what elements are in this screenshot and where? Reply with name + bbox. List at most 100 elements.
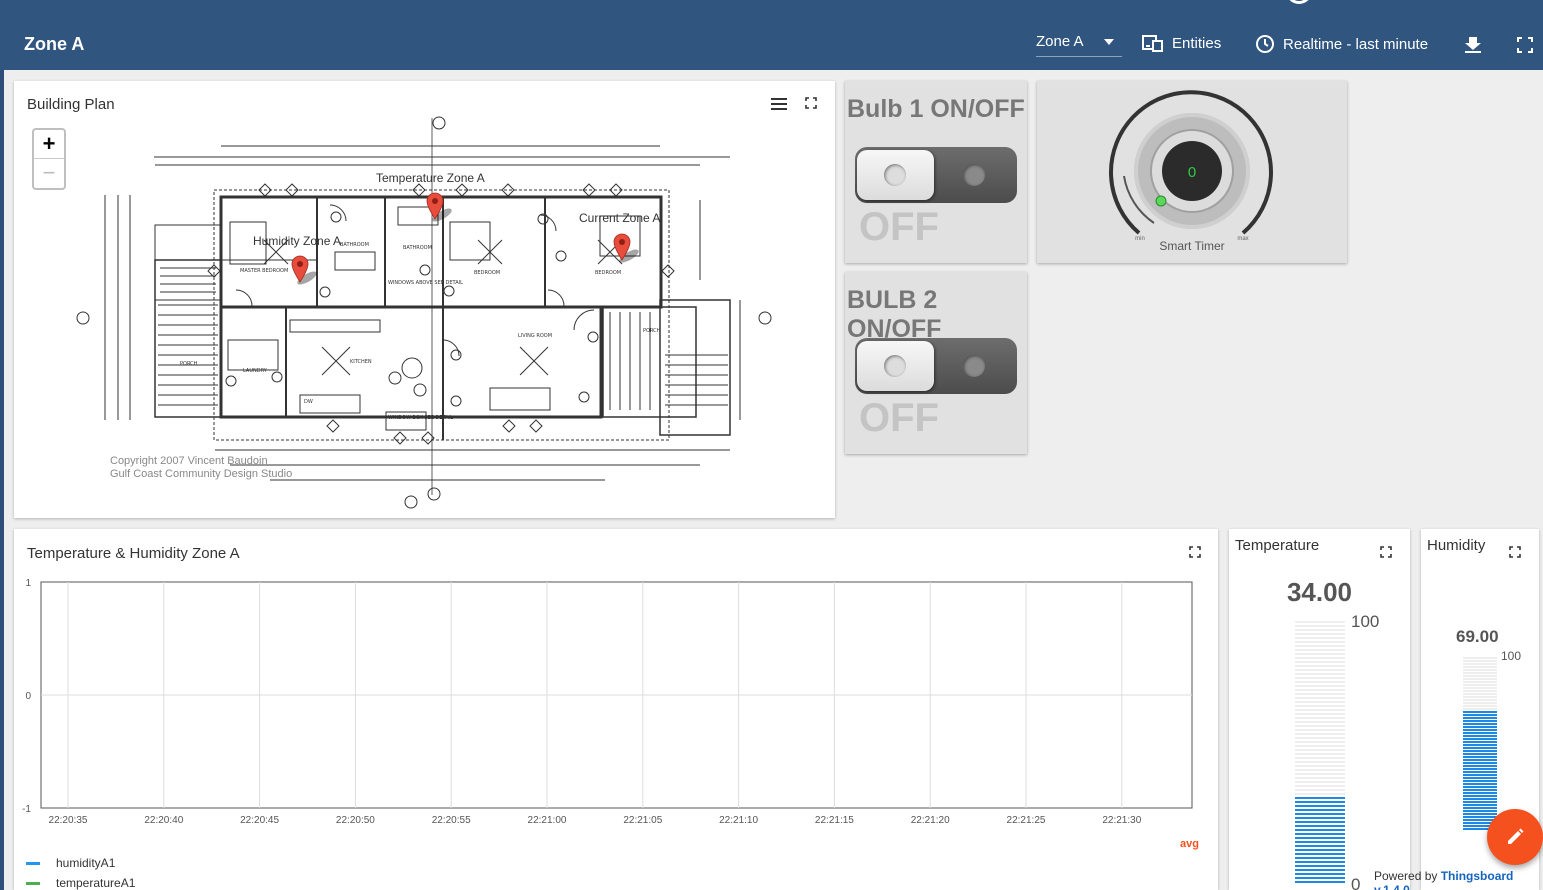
legend-label: humidityA1 [56,856,116,870]
level-segment [1463,726,1497,728]
legend-item-temperature[interactable]: temperatureA1 [26,876,135,890]
level-segment [1463,720,1497,722]
level-segment [1295,761,1345,763]
level-segment [1463,711,1497,713]
level-segment [1463,792,1497,794]
level-segment [1463,798,1497,800]
level-segment [1295,697,1345,699]
y-tick-label: -1 [22,804,31,815]
level-segment [1295,861,1345,863]
level-segment [1463,681,1497,683]
powered-by: Powered by Thingsboard v.1.4.0 [1374,869,1543,890]
x-tick-label: 22:21:00 [528,815,567,826]
level-segment [1463,795,1497,797]
account-icon[interactable] [1286,0,1312,4]
level-segment [1295,681,1345,683]
level-segment [1295,869,1345,871]
fullscreen-icon[interactable] [1517,37,1533,53]
level-segment [1295,725,1345,727]
level-segment [1295,657,1345,659]
level-segment [1463,810,1497,812]
powered-by-text: Powered by [1374,869,1438,883]
timewindow-button[interactable]: Realtime - last minute [1255,34,1428,54]
level-segment [1295,741,1345,743]
level-segment [1295,701,1345,703]
level-segment [1295,781,1345,783]
level-segment [1295,805,1345,807]
x-tick-label: 22:20:50 [336,815,375,826]
level-segment [1295,825,1345,827]
edit-dashboard-button[interactable] [1487,809,1543,865]
y-tick-label: 1 [25,578,31,589]
level-segment [1295,789,1345,791]
level-segment [1295,661,1345,663]
level-segment [1295,717,1345,719]
level-segment [1463,786,1497,788]
x-tick-label: 22:21:15 [815,815,854,826]
level-segment [1295,793,1345,795]
widget-title: Humidity [1427,537,1486,554]
level-segment [1295,705,1345,707]
level-segment [1295,749,1345,751]
level-segment [1295,665,1345,667]
humidity-level-bar [1463,657,1497,830]
level-segment [1463,663,1497,665]
level-segment [1295,873,1345,875]
level-segment [1295,857,1345,859]
x-tick-label: 22:21:30 [1102,815,1141,826]
level-segment [1463,804,1497,806]
level-segment [1463,672,1497,674]
level-segment [1463,750,1497,752]
level-segment [1463,816,1497,818]
level-segment [1463,777,1497,779]
level-segment [1463,759,1497,761]
level-segment [1295,833,1345,835]
humidity-value: 69.00 [1456,627,1499,646]
level-segment [1463,753,1497,755]
level-segment [1463,741,1497,743]
timer-max-label: max [1237,236,1248,242]
level-segment [1295,721,1345,723]
x-tick-label: 22:21:20 [911,815,950,826]
level-segment [1463,735,1497,737]
level-segment [1463,693,1497,695]
level-segment [1463,801,1497,803]
level-segment [1295,765,1345,767]
download-icon[interactable] [1464,36,1482,54]
legend-label: temperatureA1 [56,876,136,890]
legend-item-humidity[interactable]: humidityA1 [26,856,115,870]
level-segment [1295,637,1345,639]
level-segment [1295,849,1345,851]
level-segment [1463,729,1497,731]
level-segment [1295,777,1345,779]
widget-title: Temperature [1235,537,1320,554]
level-segment [1295,881,1345,883]
level-segment [1463,807,1497,809]
level-segment [1463,813,1497,815]
expand-icon[interactable] [1380,546,1392,558]
humidity-max-label: 100 [1501,649,1522,663]
level-segment [1295,769,1345,771]
temperature-min-label: 0 [1351,875,1361,890]
x-tick-label: 22:21:05 [623,815,662,826]
level-segment [1295,693,1345,695]
level-segment [1295,877,1345,879]
x-tick-label: 22:20:35 [49,815,88,826]
level-segment [1463,762,1497,764]
level-segment [1295,645,1345,647]
level-segment [1295,745,1345,747]
x-tick-label: 22:20:45 [240,815,279,826]
temperature-value: 34.00 [1286,577,1353,607]
level-segment [1463,747,1497,749]
level-segment [1463,789,1497,791]
expand-icon[interactable] [1509,546,1521,558]
level-segment [1463,657,1497,659]
level-segment [1463,756,1497,758]
level-segment [1463,684,1497,686]
level-segment [1295,669,1345,671]
level-segment [1295,801,1345,803]
level-segment [1463,687,1497,689]
level-segment [1295,733,1345,735]
level-segment [1463,678,1497,680]
level-segment [1295,865,1345,867]
